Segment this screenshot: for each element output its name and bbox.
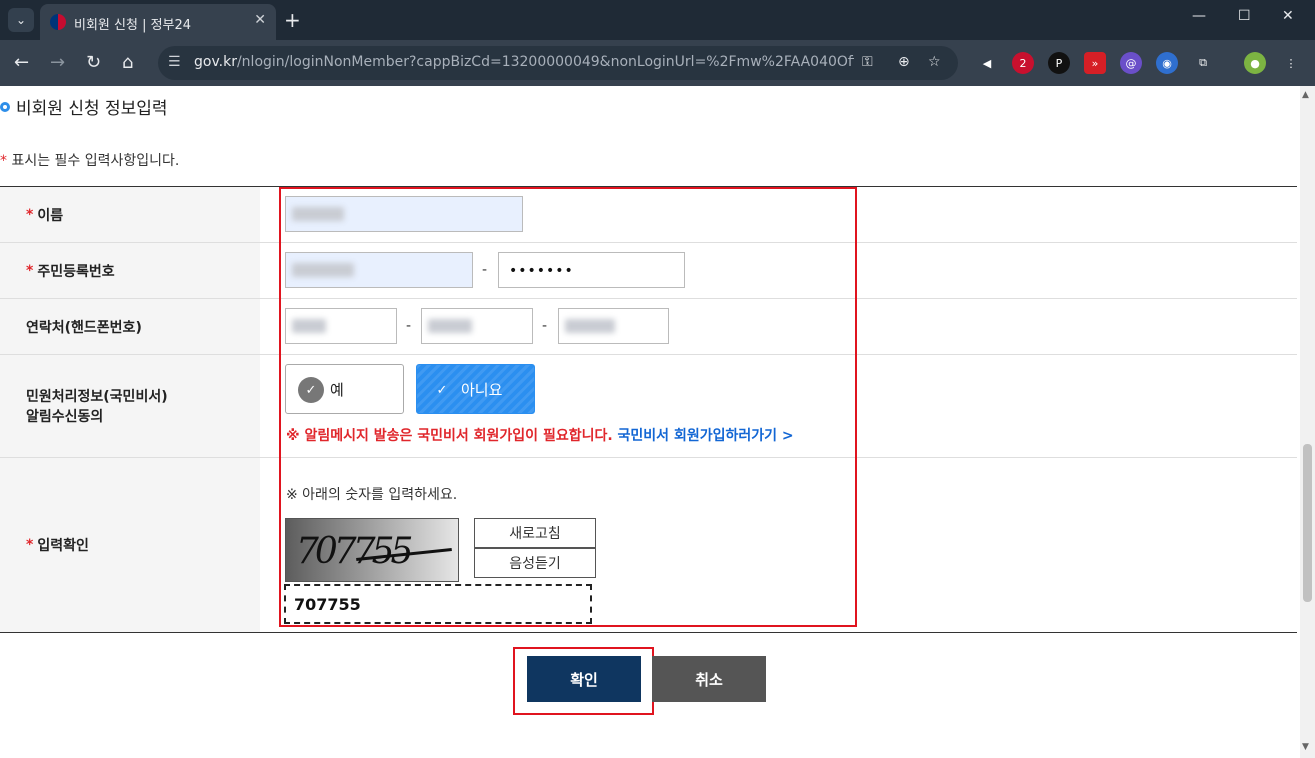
home-icon[interactable]: ⌂ xyxy=(122,52,133,73)
required-asterisk-icon: * xyxy=(26,537,34,553)
more-menu-icon[interactable]: ⋮ xyxy=(1280,52,1302,74)
maximize-icon[interactable]: ☐ xyxy=(1238,8,1251,24)
page-content: 비회원 신청 정보입력 * 표시는 필수 입력사항입니다. * 이름 * 주민등록번… xyxy=(0,86,1315,758)
scrollbar-thumb[interactable] xyxy=(1303,444,1312,602)
consent-label: 민원처리정보(국민비서) 알림수신동의 xyxy=(0,355,260,457)
minimize-icon[interactable]: — xyxy=(1192,8,1206,24)
extension-red-icon[interactable]: » xyxy=(1084,52,1106,74)
tab-title: 비회원 신청 | 정부24 xyxy=(74,18,192,33)
tab-search-button[interactable]: ⌄ xyxy=(8,8,34,32)
required-asterisk-icon: * xyxy=(26,262,34,279)
url-domain: gov.kr xyxy=(194,54,237,70)
extension-globe-icon[interactable]: ◉ xyxy=(1156,52,1178,74)
section-title: 비회원 신청 정보입력 xyxy=(0,94,168,119)
cancel-button[interactable]: 취소 xyxy=(652,656,766,702)
bookmark-star-icon[interactable]: ☆ xyxy=(928,54,941,70)
phone-label: 연락처(핸드폰번호) xyxy=(0,299,260,354)
extension-purple-icon[interactable]: @ xyxy=(1120,52,1142,74)
password-key-icon[interactable]: ⚿ xyxy=(862,54,873,70)
new-tab-button[interactable]: + xyxy=(284,8,301,32)
browser-tab[interactable]: 비회원 신청 | 정부24 ✕ xyxy=(40,4,276,40)
required-asterisk-icon: * xyxy=(26,206,34,223)
browser-tab-strip: ⌄ 비회원 신청 | 정부24 ✕ + — ☐ ✕ xyxy=(0,0,1315,40)
address-bar[interactable]: ☰ gov.kr/nlogin/loginNonMember?cappBizCd… xyxy=(158,46,958,80)
chevron-down-icon: ⌄ xyxy=(15,13,27,27)
confirm-button[interactable]: 확인 xyxy=(527,656,641,702)
name-label: * 이름 xyxy=(0,187,260,242)
gov24-favicon-icon xyxy=(50,14,66,30)
reload-icon[interactable]: ↻ xyxy=(86,52,101,73)
required-notice: * 표시는 필수 입력사항입니다. xyxy=(0,150,179,170)
address-url[interactable]: gov.kr/nlogin/loginNonMember?cappBizCd=1… xyxy=(194,54,854,70)
required-asterisk-icon: * xyxy=(0,153,7,169)
profile-avatar-icon[interactable]: ● xyxy=(1244,52,1266,74)
url-path: /nlogin/loginNonMember?cappBizCd=1320000… xyxy=(236,54,854,70)
section-title-text: 비회원 신청 정보입력 xyxy=(16,99,168,119)
captcha-label: * 입력확인 xyxy=(0,458,260,632)
extension-p-icon[interactable]: P xyxy=(1048,52,1070,74)
rrn-label: * 주민등록번호 xyxy=(0,243,260,298)
media-speaker-icon[interactable]: ◀ xyxy=(976,52,998,74)
close-window-icon[interactable]: ✕ xyxy=(1282,8,1294,24)
scroll-up-arrow-icon[interactable]: ▲ xyxy=(1302,90,1309,100)
forward-arrow-icon[interactable]: → xyxy=(50,52,65,73)
required-notice-text: 표시는 필수 입력사항입니다. xyxy=(11,153,180,169)
close-tab-icon[interactable]: ✕ xyxy=(254,12,266,28)
scroll-down-arrow-icon[interactable]: ▼ xyxy=(1302,742,1309,752)
circle-bullet-icon xyxy=(0,101,10,112)
page-scrollbar[interactable]: ▲ ▼ xyxy=(1300,86,1315,758)
browser-toolbar: ← → ↻ ⌂ ☰ gov.kr/nlogin/loginNonMember?c… xyxy=(0,40,1315,86)
back-arrow-icon[interactable]: ← xyxy=(14,52,29,73)
zoom-icon[interactable]: ⊕ xyxy=(898,54,910,70)
form-highlight-box xyxy=(279,187,857,627)
extension-badge-icon[interactable]: 2 xyxy=(1012,52,1034,74)
site-info-icon[interactable]: ☰ xyxy=(168,54,181,70)
extensions-puzzle-icon[interactable]: ⧉ xyxy=(1192,52,1214,74)
